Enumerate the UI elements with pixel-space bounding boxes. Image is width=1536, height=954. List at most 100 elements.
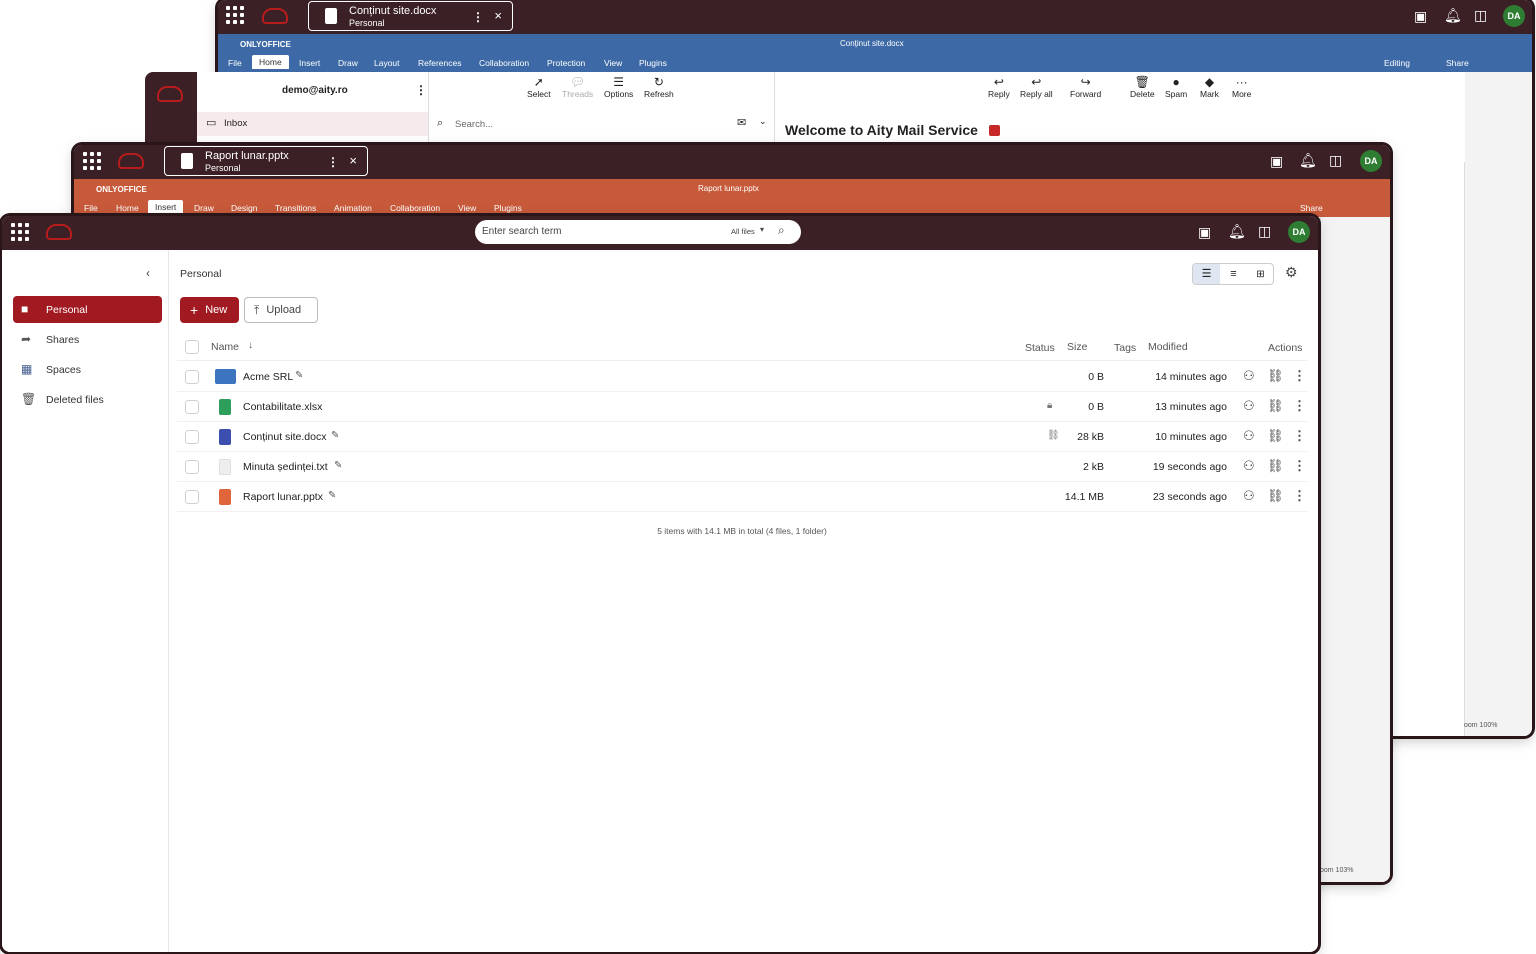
table-row[interactable]: Raport lunar.pptx ✎ 14.1 MB 23 seconds a… bbox=[177, 482, 1307, 512]
menu-collaboration[interactable]: Collaboration bbox=[390, 203, 440, 213]
avatar[interactable]: DA bbox=[1288, 221, 1310, 243]
menu-view[interactable]: View bbox=[604, 58, 622, 68]
col-modified[interactable]: Modified bbox=[1148, 341, 1188, 353]
menu-collaboration[interactable]: Collaboration bbox=[479, 58, 529, 68]
file-name[interactable]: Acme SRL bbox=[243, 371, 293, 383]
close-tab-icon[interactable]: × bbox=[349, 153, 357, 168]
rename-pencil-icon[interactable]: ✎ bbox=[331, 430, 339, 441]
row-checkbox[interactable] bbox=[185, 430, 199, 444]
bell-icon[interactable]: 🔔︎ bbox=[1444, 7, 1462, 24]
mark-button[interactable]: ◆ Mark bbox=[1200, 75, 1219, 99]
close-tab-icon[interactable]: × bbox=[494, 8, 502, 23]
share-user-icon[interactable]: ⚇ bbox=[1243, 428, 1255, 444]
nav-deleted[interactable]: 🗑︎ Deleted files bbox=[13, 386, 162, 413]
select-all-checkbox[interactable] bbox=[185, 340, 199, 354]
menu-design[interactable]: Design bbox=[231, 203, 257, 213]
nav-spaces[interactable]: ▦ Spaces bbox=[13, 356, 162, 383]
apps-grid-icon[interactable] bbox=[83, 152, 101, 170]
chevron-down-icon[interactable]: ⌄ bbox=[759, 116, 767, 127]
share-button[interactable]: Share bbox=[1300, 203, 1323, 213]
feedback-icon[interactable]: ▣ bbox=[1270, 153, 1283, 170]
apps-grid-icon[interactable] bbox=[226, 6, 244, 24]
slides-doc-tab[interactable]: Raport lunar.pptx Personal ⋮ × bbox=[164, 146, 368, 176]
mail-search-input[interactable]: Search... bbox=[455, 119, 493, 130]
share-user-icon[interactable]: ⚇ bbox=[1243, 458, 1255, 474]
row-menu-icon[interactable]: ⋮ bbox=[1293, 368, 1306, 384]
bell-icon[interactable]: 🔔︎ bbox=[1228, 223, 1246, 240]
forward-button[interactable]: ↪ Forward bbox=[1070, 75, 1101, 99]
menu-file[interactable]: File bbox=[84, 203, 98, 213]
menu-references[interactable]: References bbox=[418, 58, 461, 68]
sidebar-toggle-icon[interactable]: ◫ bbox=[1329, 152, 1342, 169]
link-icon[interactable]: ⛓ bbox=[1267, 398, 1284, 414]
delete-button[interactable]: 🗑︎ Delete bbox=[1130, 75, 1155, 99]
menu-layout[interactable]: Layout bbox=[374, 58, 400, 68]
link-icon[interactable]: ⛓ bbox=[1267, 368, 1284, 384]
menu-home[interactable]: Home bbox=[116, 203, 139, 213]
menu-insert[interactable]: Insert bbox=[148, 200, 184, 214]
row-menu-icon[interactable]: ⋮ bbox=[1293, 458, 1306, 474]
menu-draw[interactable]: Draw bbox=[194, 203, 214, 213]
row-menu-icon[interactable]: ⋮ bbox=[1293, 398, 1306, 414]
row-menu-icon[interactable]: ⋮ bbox=[1293, 428, 1306, 444]
row-checkbox[interactable] bbox=[185, 400, 199, 414]
word-doc-tab[interactable]: Conținut site.docx Personal ⋮ × bbox=[308, 1, 513, 31]
new-button[interactable]: + New bbox=[180, 297, 239, 323]
sidebar-toggle-icon[interactable]: ◫ bbox=[1258, 223, 1271, 240]
collapse-sidebar-icon[interactable]: ‹ bbox=[146, 266, 150, 280]
col-tags[interactable]: Tags bbox=[1114, 342, 1136, 354]
select-button[interactable]: ➚ Select bbox=[527, 75, 551, 99]
grid-view-icon[interactable]: ⊞ bbox=[1247, 264, 1273, 284]
table-row[interactable]: Acme SRL ✎ 0 B 14 minutes ago ⚇ ⛓ ⋮ bbox=[177, 362, 1307, 392]
menu-protection[interactable]: Protection bbox=[547, 58, 585, 68]
options-button[interactable]: ☰ Options bbox=[604, 75, 633, 99]
menu-insert[interactable]: Insert bbox=[299, 58, 320, 68]
menu-plugins[interactable]: Plugins bbox=[494, 203, 522, 213]
menu-animation[interactable]: Animation bbox=[334, 203, 372, 213]
search-icon[interactable]: ⌕ bbox=[778, 223, 785, 238]
avatar[interactable]: DA bbox=[1360, 150, 1382, 172]
reply-all-button[interactable]: ↩ Reply all bbox=[1020, 75, 1053, 99]
file-name[interactable]: Conținut site.docx bbox=[243, 431, 326, 443]
col-size[interactable]: Size bbox=[1067, 341, 1087, 353]
row-checkbox[interactable] bbox=[185, 460, 199, 474]
compact-view-icon[interactable]: ≡ bbox=[1220, 264, 1247, 284]
feedback-icon[interactable]: ▣ bbox=[1198, 224, 1211, 241]
share-user-icon[interactable]: ⚇ bbox=[1243, 368, 1255, 384]
spam-button[interactable]: ● Spam bbox=[1165, 75, 1187, 99]
row-checkbox[interactable] bbox=[185, 370, 199, 384]
editing-mode[interactable]: Editing bbox=[1384, 58, 1410, 68]
refresh-button[interactable]: ↻ Refresh bbox=[644, 75, 674, 99]
breadcrumb[interactable]: Personal bbox=[180, 268, 221, 280]
menu-view[interactable]: View bbox=[458, 203, 476, 213]
sidebar-toggle-icon[interactable]: ◫ bbox=[1474, 7, 1487, 24]
account-menu-icon[interactable]: ⋮ bbox=[415, 83, 427, 97]
link-icon[interactable]: ⛓ bbox=[1267, 428, 1284, 444]
list-view-icon[interactable]: ☰ bbox=[1193, 264, 1220, 284]
nav-shares[interactable]: ➦ Shares bbox=[13, 326, 162, 353]
nav-personal[interactable]: ■ Personal bbox=[13, 296, 162, 323]
link-icon[interactable]: ⛓ bbox=[1267, 458, 1284, 474]
envelope-icon[interactable]: ✉ bbox=[737, 116, 746, 129]
row-menu-icon[interactable]: ⋮ bbox=[1293, 488, 1306, 504]
share-user-icon[interactable]: ⚇ bbox=[1243, 488, 1255, 504]
feedback-icon[interactable]: ▣ bbox=[1414, 8, 1427, 25]
bell-icon[interactable]: 🔔︎ bbox=[1299, 152, 1317, 169]
rename-pencil-icon[interactable]: ✎ bbox=[334, 460, 342, 471]
col-name[interactable]: Name bbox=[211, 341, 239, 353]
table-row[interactable]: Conținut site.docx ✎ ⛓ 28 kB 10 minutes … bbox=[177, 422, 1307, 452]
file-name[interactable]: Raport lunar.pptx bbox=[243, 491, 323, 503]
settings-gear-icon[interactable]: ⚙ bbox=[1285, 264, 1298, 281]
global-search[interactable]: Enter search term All files ▾ ⌕ bbox=[475, 220, 801, 244]
rename-pencil-icon[interactable]: ✎ bbox=[295, 370, 303, 381]
menu-file[interactable]: File bbox=[228, 58, 242, 68]
file-name[interactable]: Minuta ședinței.txt bbox=[243, 461, 328, 473]
reply-button[interactable]: ↩ Reply bbox=[988, 75, 1010, 99]
table-row[interactable]: Minuta ședinței.txt ✎ 2 kB 19 seconds ag… bbox=[177, 452, 1307, 482]
share-button[interactable]: Share bbox=[1446, 58, 1469, 68]
file-name[interactable]: Contabilitate.xlsx bbox=[243, 401, 322, 413]
avatar[interactable]: DA bbox=[1503, 5, 1525, 27]
upload-button[interactable]: ⤒ Upload bbox=[244, 297, 318, 323]
search-scope-dropdown[interactable]: All files bbox=[731, 227, 755, 236]
tab-menu-icon[interactable]: ⋮ bbox=[472, 10, 484, 24]
